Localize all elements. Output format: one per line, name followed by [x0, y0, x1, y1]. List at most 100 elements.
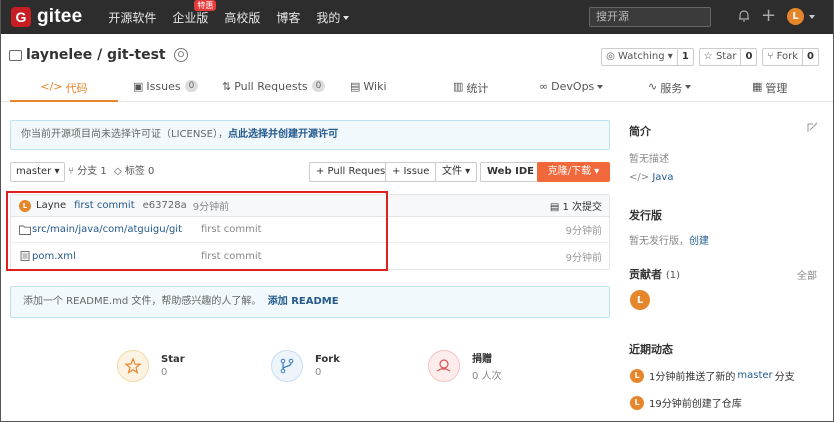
fork-button[interactable]: ⑂ Fork 0	[762, 48, 819, 66]
commit-message[interactable]: first commit	[74, 200, 135, 211]
intro-title: 简介	[629, 125, 651, 138]
create-license-link[interactable]: 点此选择并创建开源许可	[228, 129, 338, 140]
file-time: 9分钟前	[565, 226, 602, 237]
commit-author[interactable]: Layne	[36, 200, 66, 211]
stats-icon: ▥	[453, 80, 464, 93]
release-title: 发行版	[629, 209, 662, 222]
nav-link-mine[interactable]: 我的	[316, 9, 350, 26]
wiki-icon: ▤	[350, 80, 361, 93]
commit-hash[interactable]: e63728a	[143, 200, 187, 211]
watch-button[interactable]: ◎ Watching ▾ 1	[601, 48, 694, 66]
file-name[interactable]: src/main/java/com/atguigu/git	[32, 224, 182, 235]
avatar-chevron-down-icon[interactable]	[809, 15, 815, 19]
plus-icon[interactable]: +	[761, 7, 776, 25]
issues-count: 0	[184, 80, 199, 92]
avatar[interactable]: L	[630, 290, 650, 310]
file-time: 9分钟前	[565, 252, 602, 264]
repo-name[interactable]: laynelee / git-test	[26, 47, 166, 63]
watch-count[interactable]: 1	[676, 49, 693, 65]
activity-item: L 1分钟前推送了新的 master 分支	[630, 368, 795, 383]
folder-icon	[19, 225, 31, 235]
chevron-down-icon	[685, 85, 692, 89]
stat-fork[interactable]: Fork 0	[271, 350, 340, 382]
new-issue-button[interactable]: + Issue	[385, 162, 437, 182]
star-icon	[117, 350, 149, 382]
nav-link-university[interactable]: 高校版	[224, 9, 260, 26]
repo-icon	[9, 49, 22, 61]
user-avatar[interactable]: L	[787, 8, 804, 25]
star-label: ☆ Star	[703, 51, 737, 62]
donate-icon	[428, 350, 460, 382]
search-input[interactable]: 搜开源	[589, 7, 711, 27]
tab-pull-requests[interactable]: ⇅ Pull Requests 0	[222, 80, 326, 102]
stat-star-label: Star	[161, 354, 185, 365]
nav-link-blog[interactable]: 博客	[276, 9, 300, 26]
list-item[interactable]: src/main/java/com/atguigu/git first comm…	[11, 217, 609, 243]
readme-notice: 添加一个 README.md 文件，帮助感兴趣的人了解。 添加 README	[10, 286, 610, 318]
nav-link-enterprise-label: 企业版	[172, 10, 209, 25]
avatar[interactable]: L	[630, 368, 644, 383]
tab-issues[interactable]: ▣ Issues 0	[133, 80, 199, 102]
tags-link[interactable]: ◇ 标签 0	[114, 162, 154, 182]
file-commit-message[interactable]: first commit	[201, 224, 262, 235]
tab-service[interactable]: ∿ 服务	[648, 80, 692, 102]
top-nav: G gitee 开源软件 企业版 特惠 高校版 博客 我的 搜开源 + L	[0, 0, 834, 34]
repo-tabs: </> 代码 ▣ Issues 0 ⇅ Pull Requests 0 ▤ Wiki ▥ 统计…	[0, 80, 834, 102]
star-button[interactable]: ☆ Star 0	[698, 48, 758, 66]
fork-label: ⑂ Fork	[767, 51, 799, 62]
tab-code[interactable]: </> 代码	[10, 80, 118, 102]
gitee-logo-text: gitee	[37, 6, 83, 27]
repo-badge-icon[interactable]	[173, 48, 188, 62]
gitee-logo-icon: G	[11, 7, 31, 27]
nav-link-enterprise[interactable]: 企业版 特惠	[172, 0, 217, 26]
gitee-logo[interactable]: G gitee	[11, 6, 82, 28]
branch-link[interactable]: master	[737, 370, 772, 381]
list-item[interactable]: pom.xml first commit 9分钟前	[11, 243, 609, 269]
stat-star[interactable]: Star 0	[117, 350, 185, 382]
repo-actions: ◎ Watching ▾ 1 ☆ Star 0 ⑂ Fork 0	[601, 48, 819, 66]
star-count[interactable]: 0	[740, 49, 756, 65]
release-text: 暂无发行版，创建	[629, 236, 709, 247]
tab-stats[interactable]: ▥ 统计	[453, 80, 488, 102]
tab-wiki[interactable]: ▤ Wiki	[350, 80, 387, 102]
commit-count-link[interactable]: ▤ 1 次提交	[550, 198, 602, 213]
clone-download-button[interactable]: 克隆/下载 ▾	[537, 162, 610, 182]
service-icon: ∿	[648, 80, 658, 93]
intro-text: 暂无描述	[629, 154, 669, 165]
branch-select[interactable]: master ▾	[10, 162, 66, 182]
file-icon	[20, 251, 30, 261]
latest-commit-bar: L Layne first commit e63728a 9分钟前 ▤ 1 次提…	[11, 195, 609, 217]
nav-link-mine-label: 我的	[316, 10, 341, 25]
language-tag[interactable]: </> Java	[629, 172, 673, 183]
file-menu-button[interactable]: 文件 ▾	[435, 162, 478, 182]
web-ide-button[interactable]: Web IDE	[480, 162, 541, 182]
nav-link-open-source[interactable]: 开源软件	[108, 9, 156, 26]
edit-icon[interactable]	[807, 122, 818, 133]
repo-toolbar: master ▾ ⑂ 分支 1 ◇ 标签 0 + Pull Request + …	[10, 162, 610, 182]
avatar[interactable]: L	[19, 199, 31, 212]
stat-fork-value: 0	[315, 367, 322, 378]
issues-icon: ▣	[133, 80, 144, 93]
file-commit-message[interactable]: first commit	[201, 251, 262, 262]
manage-icon: ▦	[752, 80, 763, 93]
tab-devops[interactable]: ∞ DevOps	[539, 80, 604, 102]
bell-icon[interactable]	[737, 9, 751, 23]
branches-link[interactable]: ⑂ 分支 1	[68, 162, 107, 182]
code-icon: </>	[40, 80, 63, 93]
stat-donate-label: 捐赠	[472, 354, 492, 365]
file-name[interactable]: pom.xml	[32, 251, 76, 262]
pull-request-button[interactable]: + Pull Request	[309, 162, 397, 182]
add-readme-link[interactable]: 添加 README	[268, 296, 339, 307]
enterprise-badge: 特惠	[194, 0, 217, 11]
avatar[interactable]: L	[630, 395, 644, 410]
repo-stats: Star 0 Fork 0 捐赠 0 人次	[0, 350, 620, 400]
tab-manage[interactable]: ▦ 管理	[752, 80, 787, 102]
create-release-link[interactable]: 创建	[689, 236, 709, 247]
commit-time: 9分钟前	[192, 202, 230, 213]
fork-count[interactable]: 0	[802, 49, 818, 65]
contributors-all-link[interactable]: 全部	[797, 267, 817, 282]
chevron-down-icon	[343, 16, 350, 20]
stat-donate[interactable]: 捐赠 0 人次	[428, 350, 502, 382]
commits-icon: ▤	[549, 202, 560, 213]
readme-notice-text: 添加一个 README.md 文件，帮助感兴趣的人了解。	[23, 296, 262, 307]
